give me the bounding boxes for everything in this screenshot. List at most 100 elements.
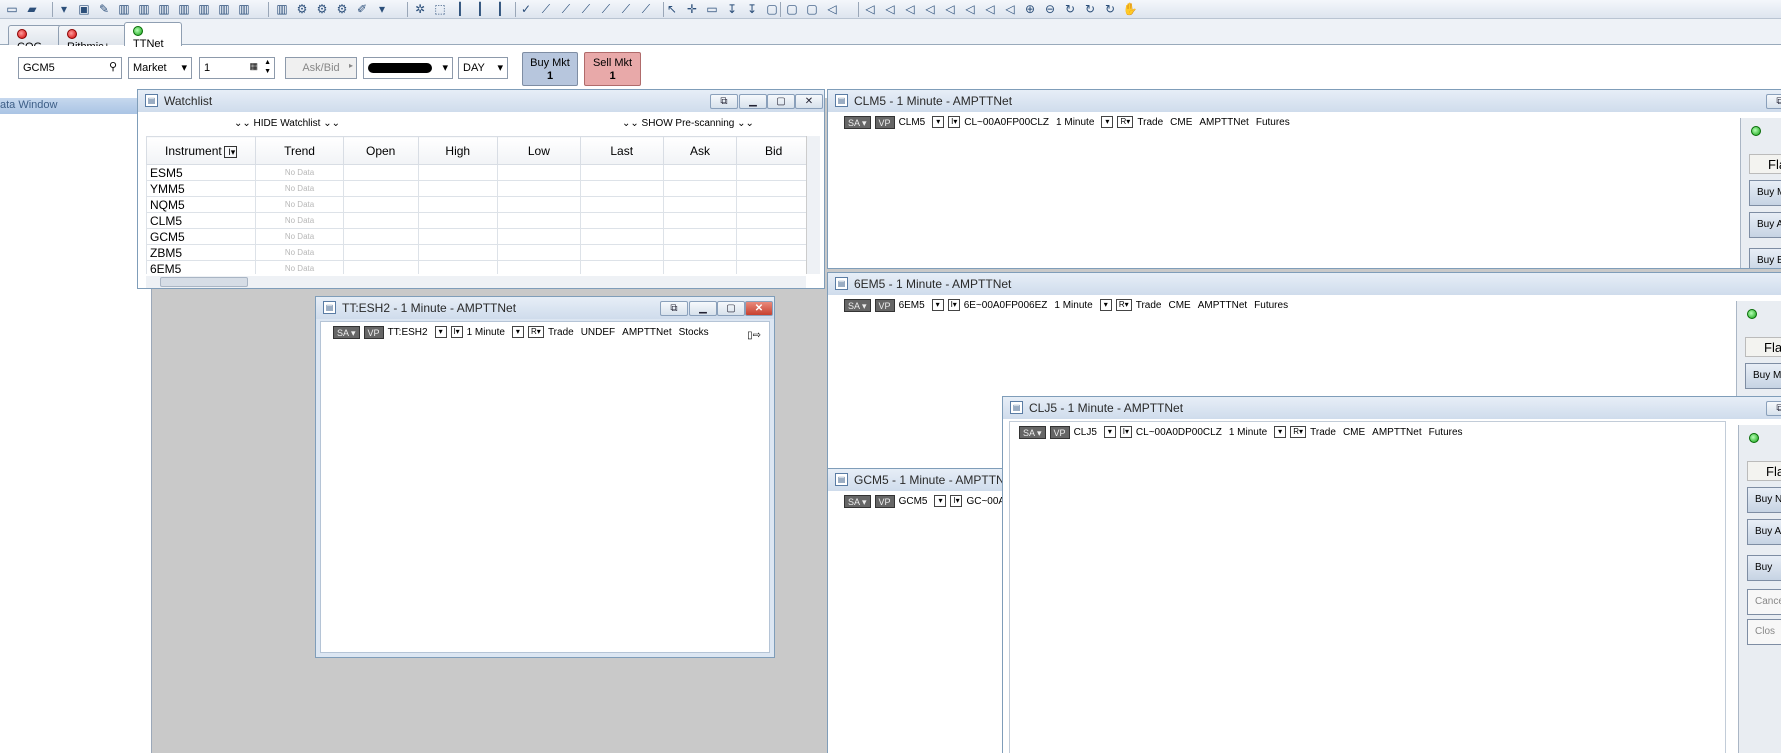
dropdown-icon[interactable]: I▾ [1119, 426, 1132, 438]
line-icon[interactable]: ⟋ [598, 1, 614, 17]
cancel-side-button[interactable]: Cance [1747, 589, 1781, 615]
dropdown-icon[interactable]: I▾ [450, 326, 463, 338]
vertical-scrollbar[interactable] [806, 136, 820, 274]
symbol-input[interactable]: GCM5 ⚲ [18, 57, 122, 79]
buy-ask-side-button[interactable]: Buy A [1749, 212, 1781, 238]
indicator-icon[interactable]: ✲ [412, 1, 428, 17]
hand-icon[interactable]: ✋ [1122, 1, 1138, 17]
dropdown-icon[interactable]: ▾ [934, 495, 947, 507]
chart-area[interactable] [1009, 421, 1726, 753]
chart-icon[interactable]: ▥ [156, 1, 172, 17]
nav-icon[interactable]: ◁ [922, 1, 938, 17]
dropdown-icon[interactable]: I▾ [948, 116, 961, 128]
sell-market-button[interactable]: Sell Mkt 1 [584, 52, 641, 86]
column-header[interactable]: Last [579, 136, 664, 165]
dropdown-icon[interactable]: ▾ [1101, 116, 1114, 128]
sa-button[interactable]: SA ▾ [844, 299, 871, 312]
vp-button[interactable]: VP [874, 116, 895, 129]
vp-button[interactable]: VP [874, 495, 895, 508]
maximize-icon[interactable]: ▢ [717, 301, 745, 316]
active-tool-icon[interactable]: ✐ [354, 1, 370, 17]
line-icon[interactable]: ⟋ [618, 1, 634, 17]
line-icon[interactable]: ⟋ [578, 1, 594, 17]
nav-icon[interactable]: ◁ [962, 1, 978, 17]
sa-button[interactable]: SA ▾ [1019, 426, 1046, 439]
dropdown-icon[interactable]: I▾ [947, 299, 960, 311]
order-type-select[interactable]: Market [128, 57, 192, 79]
detach-icon[interactable]: ⧉ [660, 301, 688, 316]
bar-icon[interactable]: ┃ [452, 1, 468, 17]
dropdown-icon[interactable]: I▾ [950, 495, 963, 507]
column-header[interactable]: High [417, 136, 498, 165]
nav-icon[interactable]: ◁ [982, 1, 998, 17]
chart-area[interactable]: SA ▾ VP TT:ESH2 ▾ I▾ 1 Minute ▾ R▾ Trade UNDEF AMP… [320, 321, 770, 653]
vp-button[interactable]: VP [363, 326, 384, 339]
tif-select[interactable]: DAY [458, 57, 508, 79]
dropdown-icon[interactable]: ▾ [932, 116, 945, 128]
rotate-icon[interactable]: ↻ [1082, 1, 1098, 17]
status-green-icon[interactable] [1751, 126, 1761, 136]
arrow-icon[interactable]: ↧ [744, 1, 760, 17]
zoom-fit-icon[interactable]: ⬚ [432, 1, 448, 17]
table-row[interactable]: YMM5 No Data [146, 180, 811, 197]
dropdown-icon[interactable]: R▾ [1290, 426, 1307, 438]
horizontal-scrollbar[interactable] [146, 276, 806, 288]
check-icon[interactable]: ✓ [518, 1, 534, 17]
detach-icon[interactable]: ⧉ [1766, 401, 1781, 416]
chart-icon[interactable]: ▥ [116, 1, 132, 17]
vp-button[interactable]: VP [874, 299, 895, 312]
window-icon[interactable]: ▢ [804, 1, 820, 17]
new-icon[interactable]: ▭ [4, 1, 20, 17]
quantity-input[interactable]: 1 ▦ ▲ ▼ [199, 57, 275, 79]
bar-icon[interactable]: ┃ [472, 1, 488, 17]
scrollbar-thumb[interactable] [160, 277, 248, 287]
dropdown-icon[interactable]: ▾ [374, 1, 390, 17]
line-icon[interactable]: ⟋ [558, 1, 574, 17]
maximize-icon[interactable]: ▢ [767, 94, 795, 109]
line-icon[interactable]: ⟋ [538, 1, 554, 17]
comment-icon[interactable]: ▭ [704, 1, 720, 17]
column-header[interactable]: Open [342, 136, 419, 165]
minimize-icon[interactable]: ▁ [689, 301, 717, 316]
column-header[interactable]: Ask [662, 136, 738, 165]
search-icon[interactable]: ⚲ [109, 60, 117, 73]
close-icon[interactable]: ✕ [745, 301, 773, 316]
tab-rithmic[interactable]: Rithmic+ [58, 25, 128, 53]
dropdown-icon[interactable]: ▾ [1274, 426, 1287, 438]
crosshair-icon[interactable]: ✛ [684, 1, 700, 17]
table-row[interactable]: GCM5 No Data [146, 228, 811, 245]
calculator-icon[interactable]: ▦ [249, 61, 258, 72]
dropdown-icon[interactable]: R▾ [527, 326, 544, 338]
dropdown-icon[interactable]: R▾ [1115, 299, 1132, 311]
nav-icon[interactable]: ◁ [882, 1, 898, 17]
tools-icon[interactable]: ⚙ [314, 1, 330, 17]
stepper-icon[interactable]: ▲ ▼ [264, 58, 271, 76]
pointer-icon[interactable]: ↖ [664, 1, 680, 17]
dropdown-icon[interactable]: ▾ [931, 299, 944, 311]
dropdown-icon[interactable]: R▾ [1117, 116, 1134, 128]
hide-watchlist-link[interactable]: ⌄⌄ HIDE Watchlist ⌄⌄ [234, 118, 340, 129]
table-row[interactable]: ESM5 No Data [146, 164, 811, 181]
tools-icon[interactable]: ⚙ [334, 1, 350, 17]
close-side-button[interactable]: Clos [1747, 619, 1781, 645]
window-icon[interactable]: ▢ [764, 1, 780, 17]
panel-toggle-icon[interactable]: ▯⇨ [747, 330, 761, 341]
buy-bid-side-button[interactable]: Buy B [1749, 248, 1781, 268]
status-green-icon[interactable] [1749, 433, 1759, 443]
detach-icon[interactable]: ⧉ [710, 94, 738, 109]
column-header[interactable]: Instrument I▾ [146, 136, 257, 165]
zoom-in-icon[interactable]: ⊕ [1022, 1, 1038, 17]
dropdown-icon[interactable]: ▾ [56, 1, 72, 17]
sa-button[interactable]: SA ▾ [844, 116, 871, 129]
detach-icon[interactable]: ⧉ [1766, 94, 1781, 109]
nav-icon[interactable]: ◁ [1002, 1, 1018, 17]
column-header[interactable]: Trend [255, 136, 344, 165]
sa-button[interactable]: SA ▾ [844, 495, 871, 508]
buy-market-side-button[interactable]: Buy M [1745, 363, 1781, 389]
nav-icon[interactable]: ◁ [862, 1, 878, 17]
tools-icon[interactable]: ⚙ [294, 1, 310, 17]
nav-icon[interactable]: ◁ [824, 1, 840, 17]
tab-cqg[interactable]: CQG [8, 25, 62, 53]
tab-ttnet[interactable]: TTNet [124, 22, 182, 50]
status-green-icon[interactable] [1747, 309, 1757, 319]
